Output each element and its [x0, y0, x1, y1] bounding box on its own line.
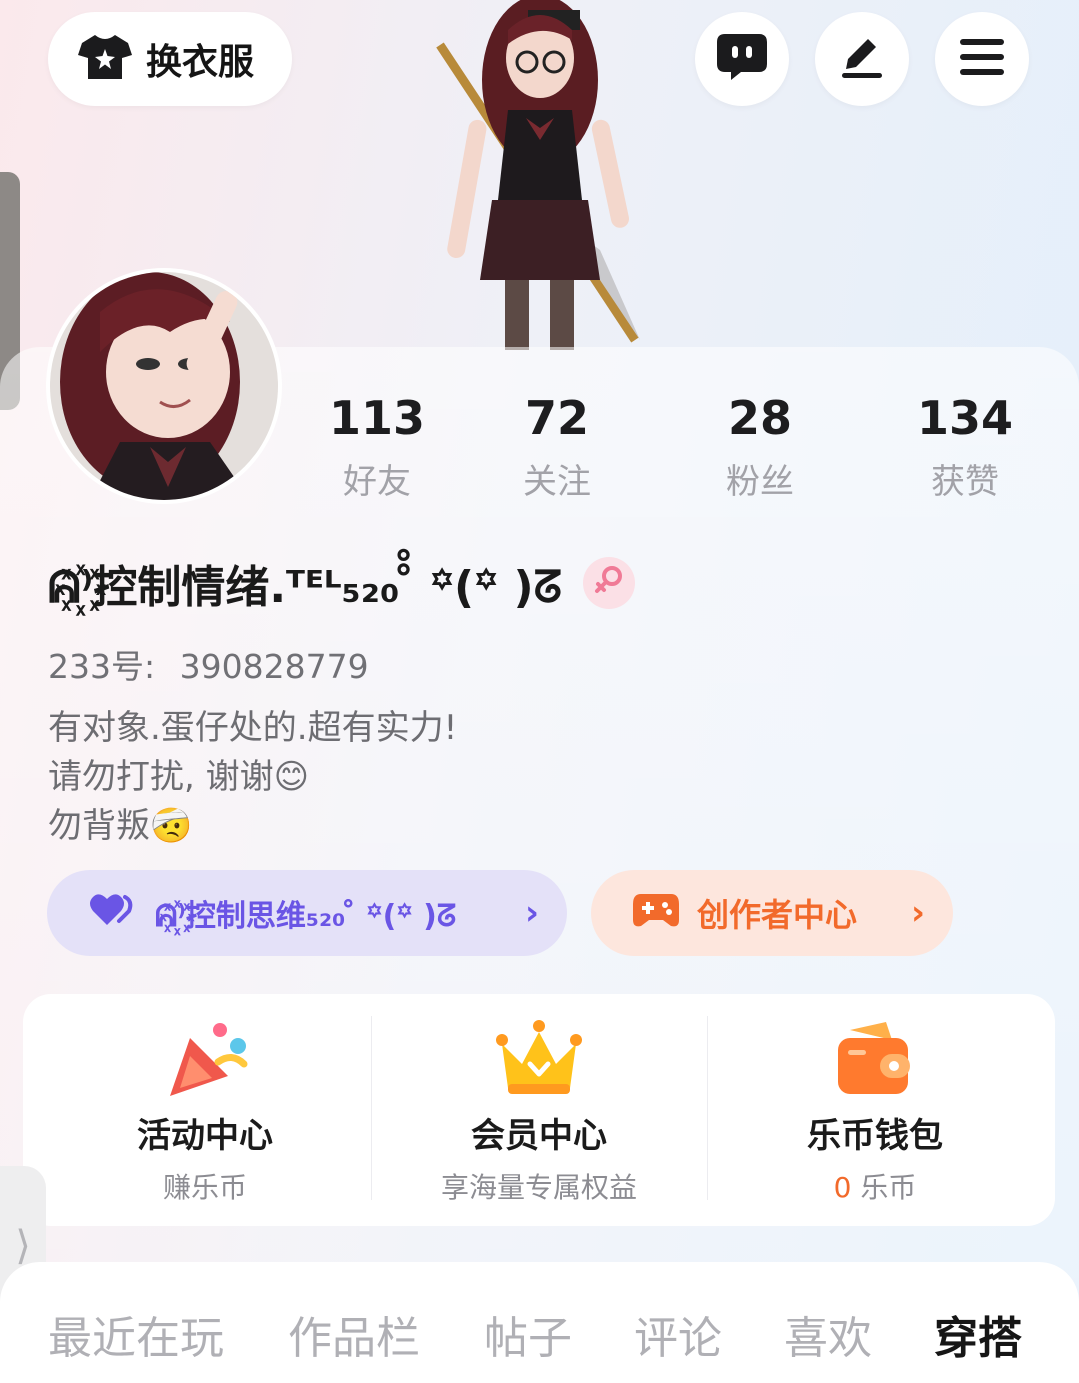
- coin-wallet-title: 乐币钱包: [807, 1116, 943, 1156]
- stat-label: 获赞: [931, 462, 999, 502]
- party-popper-icon: [160, 1016, 250, 1106]
- bio: 有对象.蛋仔处的.超有实力! 请勿打扰, 谢谢😊 勿背叛🤕: [48, 704, 457, 851]
- message-button[interactable]: [695, 12, 789, 106]
- double-heart-icon: [89, 891, 137, 935]
- chevron-right-icon: ⟩: [15, 1223, 31, 1269]
- chevron-right-icon: ›: [910, 893, 925, 933]
- stat-label: 好友: [343, 462, 411, 502]
- menu-button[interactable]: [935, 12, 1029, 106]
- user-id[interactable]: 233号: 390828779: [48, 640, 369, 688]
- change-clothes-label: 换衣服: [146, 42, 255, 83]
- activity-center-title: 活动中心: [137, 1116, 273, 1156]
- couple-chip-label: ᕱ꙰⁾控制思维₅₂₀ ̊̊ ꙳(꙳ )ᘔ: [155, 899, 457, 934]
- user-id-label: 233号:: [48, 647, 156, 686]
- coin-wallet-button[interactable]: 乐币钱包 0 乐币: [707, 994, 1043, 1226]
- menu-icon: [958, 37, 1006, 81]
- coin-unit: 乐币: [860, 1171, 917, 1204]
- tab-works[interactable]: 作品栏: [288, 1302, 420, 1366]
- stat-fans[interactable]: 28 粉丝: [680, 390, 840, 503]
- edit-profile-button[interactable]: [815, 12, 909, 106]
- female-icon: [594, 565, 624, 601]
- creator-center-label: 创作者中心: [697, 896, 858, 934]
- avatar[interactable]: [46, 268, 282, 504]
- activity-center-button[interactable]: 活动中心 赚乐币: [37, 994, 373, 1226]
- stat-label: 粉丝: [726, 462, 794, 502]
- gamepad-icon: [633, 890, 679, 936]
- stat-following[interactable]: 72 关注: [477, 390, 637, 503]
- tab-comments[interactable]: 评论: [634, 1302, 722, 1366]
- avatar-image: [50, 272, 278, 500]
- stat-value: 72: [524, 391, 589, 445]
- nickname: ᕱ꙰⁾控制情绪.ᵀᴱᴸ₅₂₀ ̊̊ ꙳(꙳ )ᘔ: [48, 562, 563, 613]
- tab-posts[interactable]: 帖子: [484, 1302, 572, 1366]
- stat-value: 113: [328, 391, 426, 445]
- activity-center-sub: 赚乐币: [162, 1171, 247, 1204]
- chevron-right-icon: ›: [524, 893, 539, 933]
- creator-center-chip[interactable]: 创作者中心 ›: [591, 870, 953, 956]
- shirt-icon: [78, 33, 132, 85]
- message-icon: [715, 32, 769, 86]
- tab-outfits[interactable]: 穿搭: [934, 1302, 1022, 1366]
- coin-balance: 0: [833, 1171, 852, 1204]
- bio-line: 有对象.蛋仔处的.超有实力!: [48, 708, 458, 748]
- vip-center-title: 会员中心: [471, 1116, 607, 1156]
- change-clothes-button[interactable]: 换衣服: [48, 12, 292, 106]
- vip-center-sub: 享海量专属权益: [440, 1171, 637, 1204]
- vip-center-button[interactable]: 会员中心 享海量专属权益: [371, 994, 707, 1226]
- user-id-value: 390828779: [179, 647, 369, 686]
- tab-likes[interactable]: 喜欢: [784, 1302, 872, 1366]
- stat-friends[interactable]: 113 好友: [297, 390, 457, 503]
- stat-label: 关注: [523, 462, 591, 502]
- tab-recent-played[interactable]: 最近在玩: [48, 1302, 224, 1366]
- stat-likes[interactable]: 134 获赞: [885, 390, 1045, 503]
- stat-value: 134: [916, 391, 1014, 445]
- couple-chip[interactable]: ᕱ꙰⁾控制思维₅₂₀ ̊̊ ꙳(꙳ )ᘔ ›: [47, 870, 567, 956]
- stats-row: 113 好友 72 关注 28 粉丝 134 获赞: [300, 390, 1060, 510]
- bio-line: 请勿打扰, 谢谢😊: [48, 757, 310, 797]
- gender-badge: [583, 557, 635, 609]
- wallet-icon: [830, 1016, 920, 1106]
- bio-line: 勿背叛🤕: [48, 806, 193, 846]
- stat-value: 28: [727, 391, 792, 445]
- profile-tabs: 最近在玩 作品栏 帖子 评论 喜欢 穿搭: [0, 1262, 1079, 1383]
- crown-icon: [494, 1016, 584, 1106]
- character-model-image[interactable]: [430, 0, 650, 350]
- edit-icon: [838, 33, 886, 85]
- services-card: 活动中心 赚乐币 会员中心 享海量专属权益 乐币钱包 0 乐币: [23, 994, 1055, 1226]
- coin-wallet-sub: 0 乐币: [707, 1166, 1043, 1206]
